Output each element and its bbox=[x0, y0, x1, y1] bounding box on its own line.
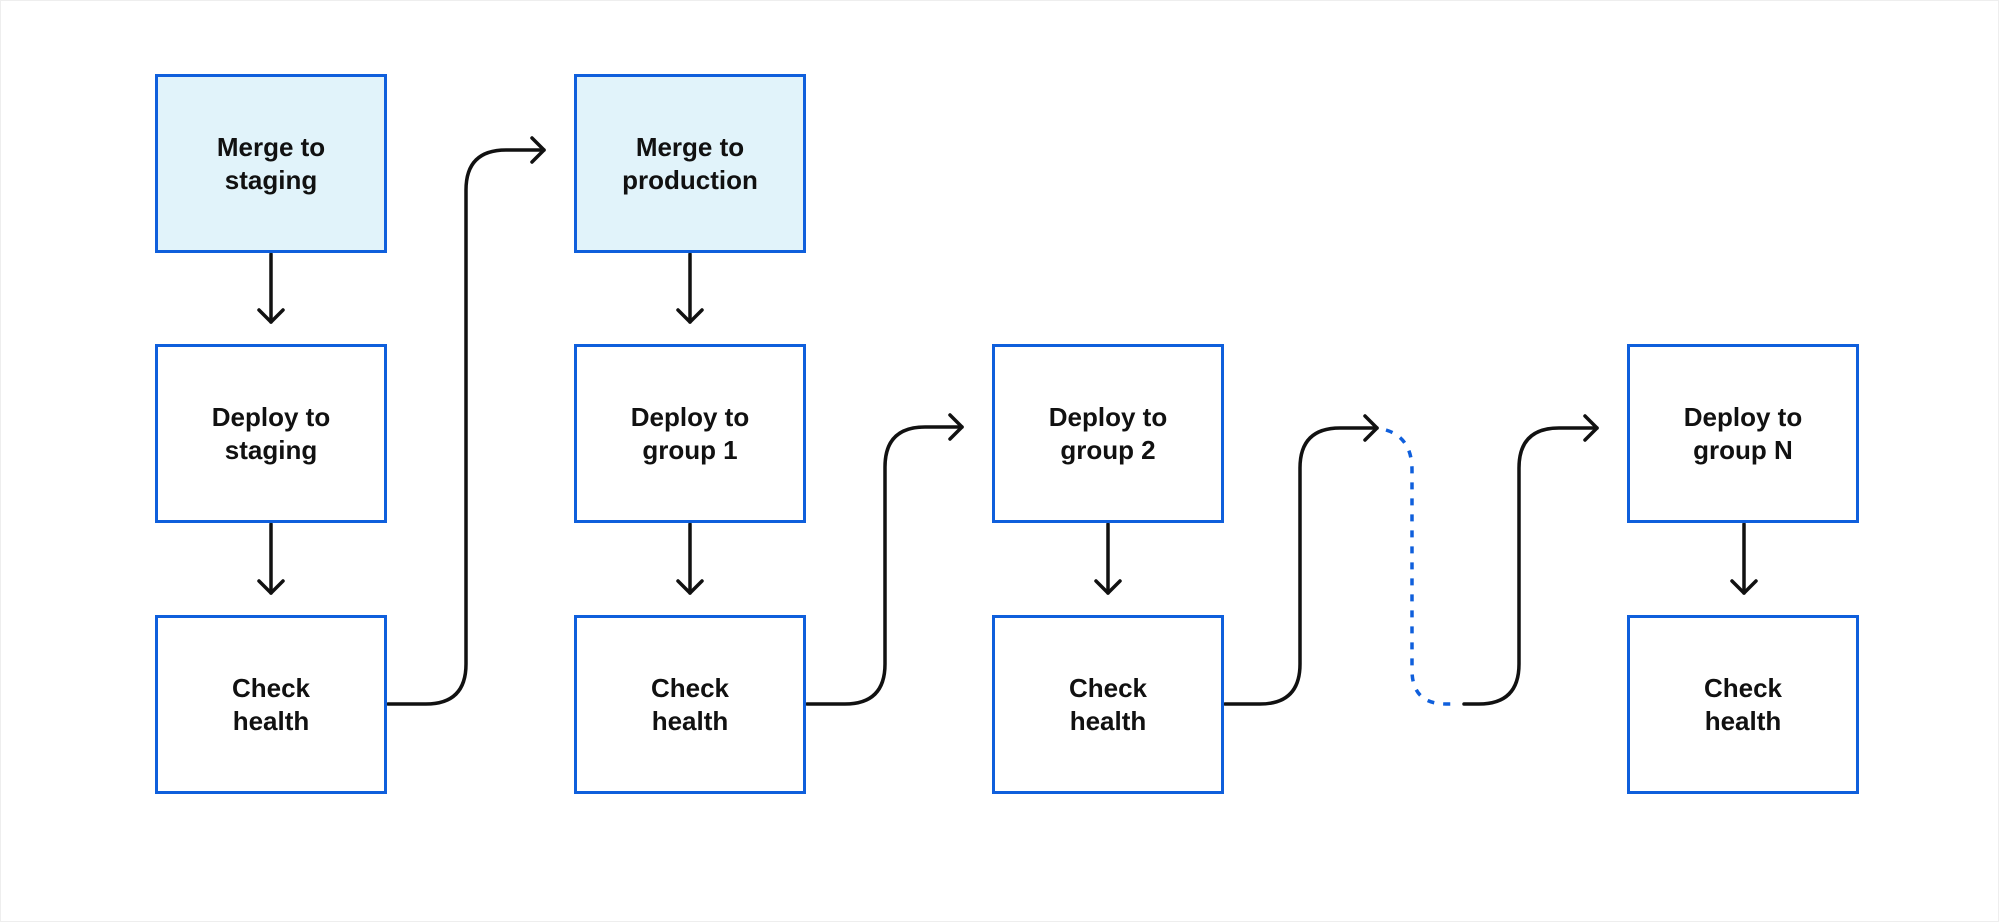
node-check-health-group-1[interactable]: Check health bbox=[574, 615, 806, 794]
node-merge-to-production[interactable]: Merge to production bbox=[574, 74, 806, 253]
node-label: Deploy to group 1 bbox=[630, 401, 750, 465]
node-deploy-to-group-1[interactable]: Deploy to group 1 bbox=[574, 344, 806, 523]
arrow-deploy-group1-to-check-group1 bbox=[676, 522, 704, 595]
arrow-deploy-groupN-to-check-groupN bbox=[1730, 522, 1758, 595]
arrow-check-group2-to-next-group bbox=[1223, 414, 1379, 706]
arrow-merge-staging-to-deploy-staging bbox=[257, 252, 285, 324]
arrow-deploy-group2-to-check-group2 bbox=[1094, 522, 1122, 595]
node-check-health-group-2[interactable]: Check health bbox=[992, 615, 1224, 794]
node-label: Deploy to group 2 bbox=[1048, 401, 1168, 465]
arrow-merge-production-to-deploy-group1 bbox=[676, 252, 704, 324]
node-label: Check health bbox=[1068, 672, 1148, 736]
node-label: Deploy to staging bbox=[211, 401, 331, 465]
arrow-deploy-staging-to-check-staging bbox=[257, 522, 285, 595]
arrow-previous-group-to-deploy-groupN bbox=[1462, 414, 1599, 706]
node-deploy-to-staging[interactable]: Deploy to staging bbox=[155, 344, 387, 523]
node-check-health-staging[interactable]: Check health bbox=[155, 615, 387, 794]
node-label: Merge to production bbox=[622, 131, 758, 195]
node-label: Check health bbox=[231, 672, 311, 736]
arrow-check-group1-to-deploy-group2 bbox=[805, 413, 964, 706]
node-deploy-to-group-n[interactable]: Deploy to group N bbox=[1627, 344, 1859, 523]
arrow-check-staging-to-merge-production bbox=[386, 136, 546, 706]
dotted-ellipsis-connector bbox=[1385, 428, 1454, 706]
node-merge-to-staging[interactable]: Merge to staging bbox=[155, 74, 387, 253]
node-label: Check health bbox=[650, 672, 730, 736]
node-label: Deploy to group N bbox=[1683, 401, 1803, 465]
node-deploy-to-group-2[interactable]: Deploy to group 2 bbox=[992, 344, 1224, 523]
node-check-health-group-n[interactable]: Check health bbox=[1627, 615, 1859, 794]
node-label: Check health bbox=[1703, 672, 1783, 736]
node-label: Merge to staging bbox=[216, 131, 326, 195]
